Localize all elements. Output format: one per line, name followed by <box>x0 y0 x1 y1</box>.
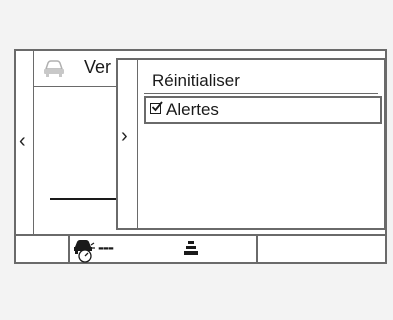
menu-item-alerts[interactable]: Alertes <box>144 96 382 124</box>
menu-item-alerts-label: Alertes <box>166 100 219 119</box>
menu-item-reset[interactable]: Réinitialiser <box>144 68 378 94</box>
car-icon <box>44 60 64 77</box>
checkbox-checked-icon[interactable] <box>150 101 163 115</box>
status-indicator-text: --- <box>98 237 114 257</box>
divider-line <box>50 198 124 200</box>
driver-assist-icon <box>74 240 95 263</box>
menu-back-cell[interactable]: › <box>118 60 138 228</box>
status-bar: --- <box>16 234 385 263</box>
chevron-left-icon[interactable]: ‹ <box>19 131 26 151</box>
display-screen: ‹ Ver › Réinitialiser Alertes --- <box>14 49 387 264</box>
background-page-header: Ver <box>34 51 124 87</box>
background-page: Ver <box>34 51 124 234</box>
chevron-right-icon[interactable]: › <box>121 126 128 146</box>
left-nav-cell[interactable]: ‹ <box>16 51 34 234</box>
menu-item-reset-label: Réinitialiser <box>152 71 240 90</box>
status-bar-divider <box>256 236 258 262</box>
settings-menu: › Réinitialiser Alertes <box>116 58 386 230</box>
lane-icon <box>184 241 198 255</box>
